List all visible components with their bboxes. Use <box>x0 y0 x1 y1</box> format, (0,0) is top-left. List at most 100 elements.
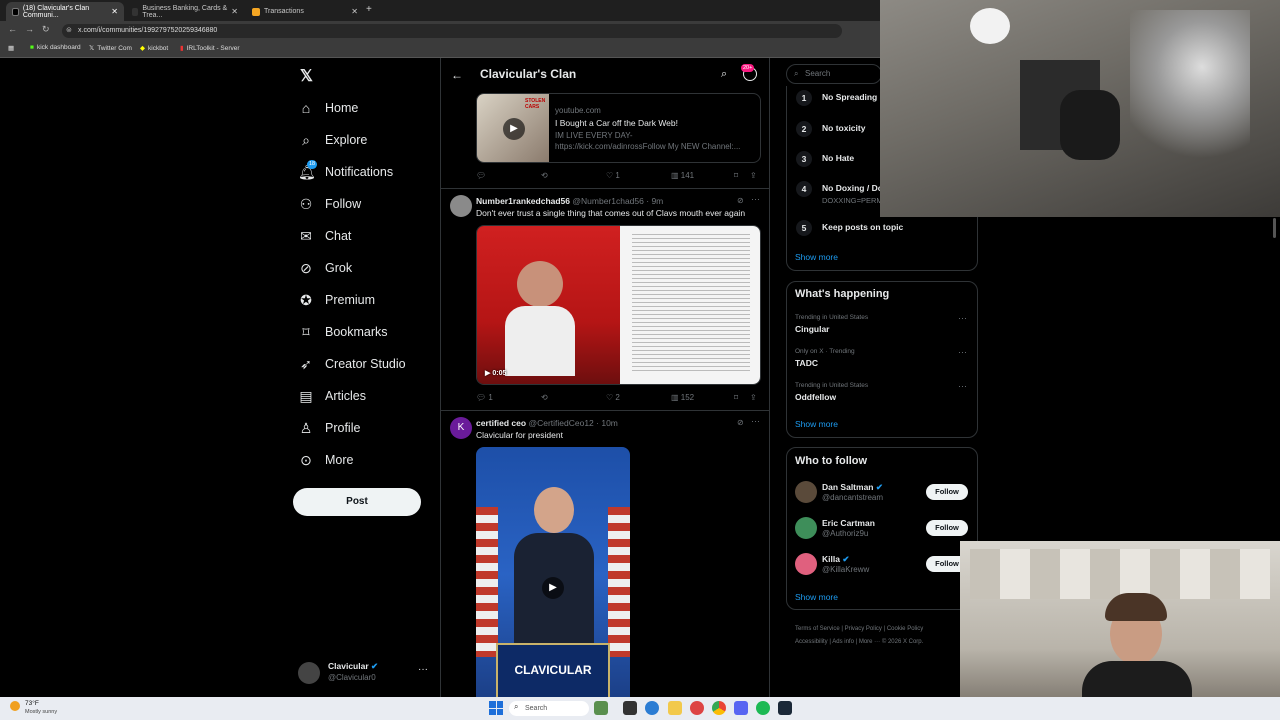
follow-button[interactable]: Follow <box>926 520 968 536</box>
suggested-user-handle[interactable]: @dancantstream <box>822 493 883 502</box>
avatar[interactable]: K <box>450 417 472 439</box>
community-rule[interactable]: 1 No Spreading M <box>796 90 887 106</box>
nav-item-explore[interactable]: ⌕ Explore <box>298 127 367 153</box>
play-icon[interactable]: ▶ <box>542 577 564 599</box>
nav-item-chat[interactable]: ✉ Chat <box>298 223 351 249</box>
windows-start-icon[interactable] <box>489 701 503 715</box>
browser-tab[interactable]: (18) Clavicular's Clan Communi... ✕ <box>6 2 124 21</box>
taskbar-search[interactable]: Search <box>509 701 589 716</box>
bookmark-item[interactable]: ■ kick dashboard <box>30 44 81 51</box>
nav-item-home[interactable]: ⌂ Home <box>298 95 359 121</box>
footer-link[interactable]: Terms of Service <box>795 626 840 632</box>
views-icon[interactable]: ▥ 141 <box>671 171 694 180</box>
chrome-icon[interactable] <box>712 701 726 715</box>
repost-icon[interactable]: ⟲ <box>541 171 548 180</box>
bookmark-item[interactable]: 𝕏 Twitter Com <box>89 44 132 53</box>
reload-icon[interactable]: ↻ <box>42 24 50 35</box>
community-rule[interactable]: 4 No Doxing / Do DOXXING=PERM <box>796 181 883 205</box>
post-button[interactable]: Post <box>293 488 421 516</box>
browser-tab[interactable]: Business Banking, Cards & Trea... ✕ <box>126 2 244 21</box>
reply-icon[interactable]: 💬︎ <box>476 171 486 180</box>
avatar[interactable] <box>795 517 817 539</box>
weather-desc[interactable]: Mostly sunny <box>25 709 57 715</box>
discord-icon[interactable] <box>734 701 748 715</box>
steam-icon[interactable] <box>778 701 792 715</box>
scrollbar-thumb[interactable] <box>1273 218 1276 238</box>
back-arrow-icon[interactable]: ← <box>451 68 463 82</box>
share-icon[interactable]: ⇪ <box>750 393 757 402</box>
spotify-icon[interactable] <box>756 701 770 715</box>
forward-arrow-icon[interactable]: → <box>25 24 34 34</box>
suggested-user-handle[interactable]: @Authoriz9u <box>822 529 868 538</box>
nav-item-more[interactable]: ⊙ More <box>298 447 353 473</box>
video-player[interactable]: ▶ 0:05 <box>476 225 761 385</box>
community-rule[interactable]: 2 No toxicity <box>796 121 865 137</box>
back-arrow-icon[interactable]: ← <box>8 24 17 34</box>
suggested-user-name[interactable]: Killa ✔ <box>822 554 849 565</box>
weather-icon[interactable] <box>10 701 20 711</box>
bookmark-icon[interactable]: ⌑ <box>734 393 738 402</box>
footer-link[interactable]: Ads info <box>832 639 854 645</box>
community-rule[interactable]: 3 No Hate <box>796 151 854 167</box>
trend-name[interactable]: Oddfellow <box>795 392 836 402</box>
trend-more-icon[interactable]: ··· <box>958 381 967 391</box>
avatar[interactable] <box>450 195 472 217</box>
show-more-link[interactable]: Show more <box>795 592 838 602</box>
views-icon[interactable]: ▥ 152 <box>671 393 694 402</box>
repost-icon[interactable]: ⟲ <box>541 393 548 402</box>
task-view-icon[interactable] <box>623 701 637 715</box>
weather-temp[interactable]: 73°F <box>25 700 39 707</box>
nav-item-bookmarks[interactable]: ⌑ Bookmarks <box>298 319 387 345</box>
account-more-icon[interactable]: ··· <box>418 664 428 675</box>
bookmark-item[interactable]: ◆ kickbot <box>140 44 168 53</box>
footer-link[interactable]: Accessibility <box>795 639 828 645</box>
nav-item-follow[interactable]: ⚇ Follow <box>298 191 361 217</box>
follow-button[interactable]: Follow <box>926 484 968 500</box>
author-name[interactable]: certified ceo <box>476 418 526 428</box>
grok-icon[interactable]: ⊘ <box>737 196 744 205</box>
trend-more-icon[interactable]: ··· <box>958 313 967 323</box>
show-more-link[interactable]: Show more <box>795 252 838 262</box>
account-switcher[interactable]: Clavicular ✔ @Clavicular0 ··· <box>298 660 430 686</box>
x-logo-icon[interactable]: 𝕏 <box>300 66 313 86</box>
footer-link[interactable]: More ··· <box>859 639 880 645</box>
close-tab-icon[interactable]: ✕ <box>111 7 118 16</box>
like-icon[interactable]: ♡ 1 <box>606 171 620 180</box>
footer-link[interactable]: Cookie Policy <box>887 626 923 632</box>
suggested-user-name[interactable]: Eric Cartman <box>822 518 875 528</box>
post-more-icon[interactable]: ··· <box>751 194 760 204</box>
trend-more-icon[interactable]: ··· <box>958 347 967 357</box>
app-icon[interactable] <box>690 701 704 715</box>
show-more-link[interactable]: Show more <box>795 419 838 429</box>
share-icon[interactable]: ⇪ <box>750 171 757 180</box>
footer-link[interactable]: Privacy Policy <box>845 626 882 632</box>
post-time[interactable]: · 9m <box>646 196 663 206</box>
edge-icon[interactable] <box>645 701 659 715</box>
avatar[interactable] <box>795 481 817 503</box>
nav-item-premium[interactable]: ✪ Premium <box>298 287 375 313</box>
avatar[interactable] <box>795 553 817 575</box>
nav-item-articles[interactable]: ▤ Articles <box>298 383 366 409</box>
site-info-icon[interactable]: ⊜ <box>66 26 72 34</box>
post-time[interactable]: · 10m <box>596 418 618 428</box>
nav-item-profile[interactable]: ♙ Profile <box>298 415 361 441</box>
grok-icon[interactable]: ⊘ <box>737 418 744 427</box>
post-more-icon[interactable]: ··· <box>751 416 760 426</box>
apps-grid-icon[interactable]: ▦ <box>8 44 14 52</box>
link-card[interactable]: STOLEN CARS ▶ youtube.com I Bought a Car… <box>476 93 761 163</box>
nav-item-creator-studio[interactable]: ➶ Creator Studio <box>298 351 405 377</box>
close-tab-icon[interactable]: ✕ <box>231 7 238 16</box>
suggested-user-name[interactable]: Dan Saltman ✔ <box>822 482 883 493</box>
video-player[interactable]: ▶ CLAVICULAR <box>476 447 630 698</box>
new-tab-icon[interactable]: + <box>366 4 372 15</box>
bookmark-icon[interactable]: ⌑ <box>734 171 738 180</box>
nav-item-grok[interactable]: ⊘ Grok <box>298 255 352 281</box>
close-tab-icon[interactable]: ✕ <box>351 7 358 16</box>
search-icon[interactable]: ⌕ <box>721 68 727 81</box>
widgets-icon[interactable] <box>594 701 608 715</box>
browser-tab[interactable]: Transactions ✕ <box>246 2 364 21</box>
file-explorer-icon[interactable] <box>668 701 682 715</box>
nav-item-notifications[interactable]: 🔔︎ 18 Notifications <box>298 159 393 185</box>
author-handle[interactable]: @CertifiedCeo12 <box>528 418 593 428</box>
url-field[interactable]: x.com/i/communities/1992797520259346880 <box>62 24 842 38</box>
